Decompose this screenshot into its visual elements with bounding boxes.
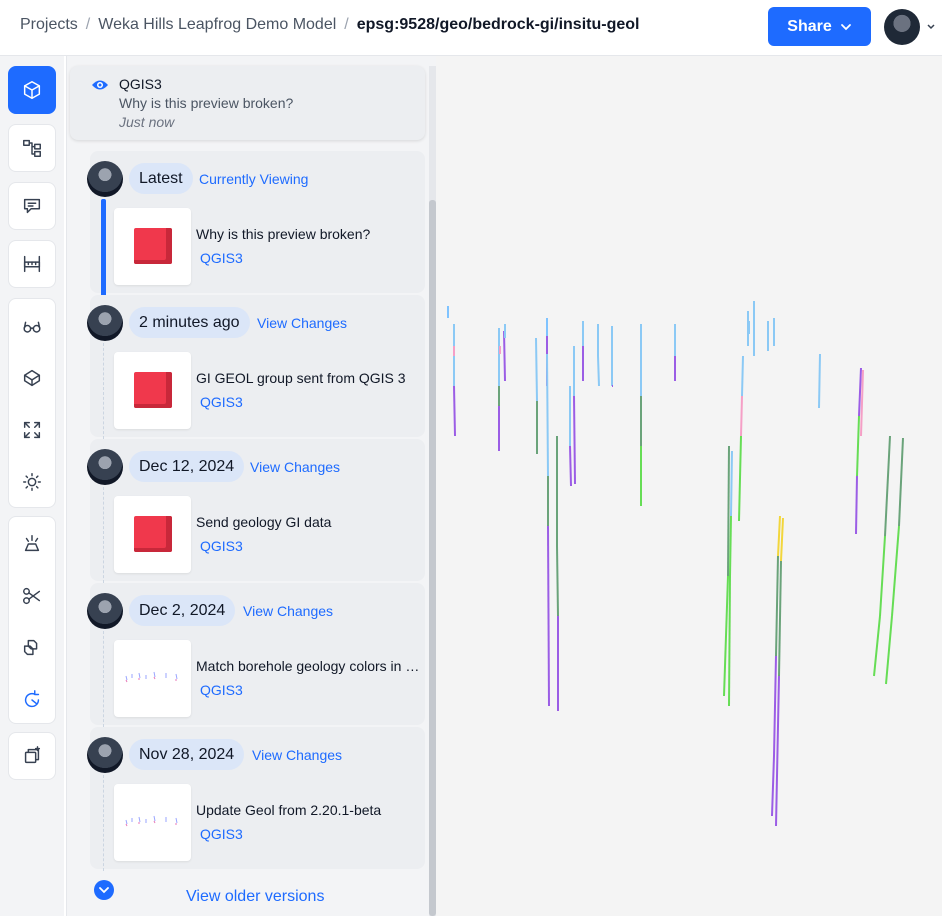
fit-view-button[interactable] xyxy=(9,403,55,456)
tool-rail xyxy=(0,56,64,916)
new-view-icon xyxy=(24,746,41,764)
model-tree-button[interactable] xyxy=(8,124,56,172)
comments-button[interactable] xyxy=(8,182,56,230)
view-mode-button[interactable] xyxy=(9,299,55,352)
glasses-icon xyxy=(23,321,41,333)
chevron-down-icon[interactable] xyxy=(926,22,936,32)
version-card[interactable]: 2 minutes ago View Changes GI GEOL group… xyxy=(87,295,425,439)
avatar xyxy=(87,449,123,485)
cube-thumbnail-icon xyxy=(134,516,172,552)
new-view-button[interactable] xyxy=(8,732,56,780)
explode-icon xyxy=(24,534,40,551)
avatar xyxy=(87,161,123,197)
version-message: Update Geol from 2.20.1-beta xyxy=(196,802,382,818)
version-message: Why is this preview broken? xyxy=(196,226,371,242)
breadcrumb: Projects / Weka Hills Leapfrog Demo Mode… xyxy=(20,16,639,34)
version-source[interactable]: QGIS3 xyxy=(200,394,243,410)
version-card[interactable]: Dec 12, 2024 View Changes Send geology G… xyxy=(87,439,425,583)
filter-button[interactable] xyxy=(9,621,55,674)
comment-card[interactable]: QGIS3 Why is this preview broken? Just n… xyxy=(70,66,425,140)
share-label: Share xyxy=(787,17,832,35)
version-source[interactable]: QGIS3 xyxy=(200,682,243,698)
breadcrumb-projects[interactable]: Projects xyxy=(20,16,78,34)
cube-thumbnail-icon xyxy=(134,372,172,408)
breadcrumb-model[interactable]: epsg:9528/geo/bedrock-gi/insitu-geol xyxy=(357,16,640,34)
version-source[interactable]: QGIS3 xyxy=(200,538,243,554)
version-thumbnail[interactable] xyxy=(114,496,191,573)
timeline-dash xyxy=(103,775,104,871)
breadcrumb-separator: / xyxy=(85,16,91,33)
breadcrumb-separator: / xyxy=(344,16,349,33)
projection-button[interactable] xyxy=(9,351,55,404)
cubes-icon xyxy=(23,639,38,655)
user-avatar[interactable] xyxy=(884,9,920,45)
avatar xyxy=(87,737,123,773)
version-message: GI GEOL group sent from QGIS 3 xyxy=(196,370,406,386)
version-label: 2 minutes ago xyxy=(129,307,250,338)
borehole-thumbnail-icon xyxy=(125,815,178,827)
avatar xyxy=(87,593,123,629)
projection-icon xyxy=(23,369,41,386)
version-message: Send geology GI data xyxy=(196,514,332,530)
comment-text: Why is this preview broken? xyxy=(119,95,294,111)
version-card[interactable]: Latest Currently Viewing Why is this pre… xyxy=(87,151,425,303)
cube-icon xyxy=(23,81,41,99)
sync-icon xyxy=(24,689,40,707)
borehole-model-viewport[interactable] xyxy=(436,56,942,916)
panel-scrollbar[interactable] xyxy=(429,66,436,916)
version-thumbnail[interactable] xyxy=(114,784,191,861)
version-label: Dec 12, 2024 xyxy=(129,451,245,482)
timeline-dash xyxy=(103,343,104,439)
chevron-down-icon xyxy=(840,23,851,30)
version-thumbnail[interactable] xyxy=(114,352,191,429)
view-tools-group xyxy=(8,298,56,508)
version-label: Latest xyxy=(129,163,193,194)
timeline-dash xyxy=(103,487,104,583)
sync-button[interactable] xyxy=(9,673,55,726)
scrollbar-thumb[interactable] xyxy=(429,200,436,916)
timeline-dash xyxy=(103,631,104,727)
version-card[interactable]: Dec 2, 2024 View Changes Match borehole … xyxy=(87,583,425,727)
eye-icon[interactable] xyxy=(91,78,109,92)
share-button[interactable]: Share xyxy=(768,7,871,46)
lighting-icon xyxy=(23,472,41,491)
comment-author: QGIS3 xyxy=(119,76,162,92)
currently-viewing-link[interactable]: Currently Viewing xyxy=(199,171,308,187)
version-label: Nov 28, 2024 xyxy=(129,739,245,770)
lighting-button[interactable] xyxy=(9,455,55,508)
measure-icon xyxy=(23,255,41,273)
chevron-down-icon[interactable] xyxy=(94,880,114,900)
version-thumbnail[interactable] xyxy=(114,208,191,285)
comment-time: Just now xyxy=(119,114,175,130)
avatar xyxy=(87,305,123,341)
timeline-line xyxy=(101,199,106,303)
view-changes-link[interactable]: View Changes xyxy=(252,747,342,763)
comments-icon xyxy=(23,198,41,214)
version-source[interactable]: QGIS3 xyxy=(200,250,243,266)
view-changes-link[interactable]: View Changes xyxy=(257,315,347,331)
model-tree-icon xyxy=(23,139,41,157)
version-label: Dec 2, 2024 xyxy=(129,595,236,626)
explode-button[interactable] xyxy=(9,517,55,570)
top-bar: Projects / Weka Hills Leapfrog Demo Mode… xyxy=(0,0,942,56)
version-message: Match borehole geology colors in QGIS xyxy=(196,658,424,674)
cube-thumbnail-icon xyxy=(134,228,172,264)
version-thumbnail[interactable] xyxy=(114,640,191,717)
measure-button[interactable] xyxy=(8,240,56,288)
scissors-icon xyxy=(23,587,41,604)
version-card[interactable]: Nov 28, 2024 View Changes Update Geol fr… xyxy=(87,727,425,871)
model-tools-group xyxy=(8,516,56,724)
borehole-thumbnail-icon xyxy=(125,671,178,683)
3d-viewer[interactable] xyxy=(436,56,942,916)
view-changes-link[interactable]: View Changes xyxy=(243,603,333,619)
version-source[interactable]: QGIS3 xyxy=(200,826,243,842)
view-older-versions-link[interactable]: View older versions xyxy=(186,888,324,906)
section-button[interactable] xyxy=(9,569,55,622)
breadcrumb-project[interactable]: Weka Hills Leapfrog Demo Model xyxy=(98,16,336,34)
view-changes-link[interactable]: View Changes xyxy=(250,459,340,475)
fit-view-icon xyxy=(23,421,41,438)
model-cube-button[interactable] xyxy=(8,66,56,114)
